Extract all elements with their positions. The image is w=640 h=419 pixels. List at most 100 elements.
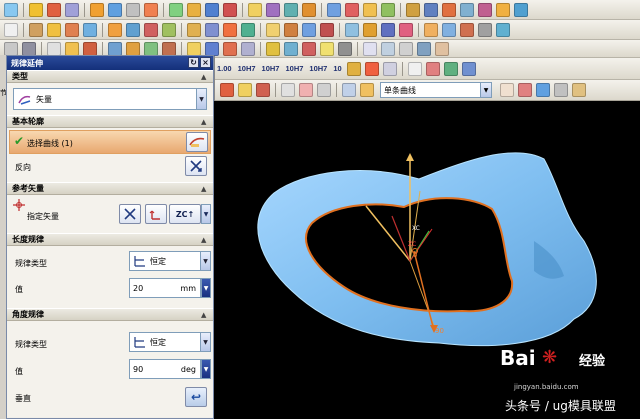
graphics-viewport[interactable]: XC ZC 0 90 (214, 101, 640, 419)
toolbar-icon[interactable] (302, 22, 316, 37)
vertical-button[interactable]: ↩ (185, 387, 207, 407)
toolbar-icon[interactable] (266, 2, 280, 17)
type-combo[interactable]: 矢量 ▼ (13, 88, 207, 110)
toolbar-icon[interactable] (460, 2, 474, 17)
toolbar-icon[interactable] (223, 22, 237, 37)
toolbar-icon[interactable] (47, 22, 61, 37)
toolbar-icon[interactable] (320, 41, 334, 56)
toolbar-icon[interactable] (399, 22, 413, 37)
gdt-label-3[interactable]: 10H7 (262, 64, 280, 73)
chevron-down-icon[interactable]: ▼ (200, 333, 210, 351)
toolbar-icon[interactable] (345, 22, 359, 37)
toolbar-icon[interactable] (29, 22, 43, 37)
collapse-icon[interactable]: ▲ (201, 311, 209, 319)
toolbar-icon[interactable] (302, 2, 316, 17)
toolbar-icon[interactable] (29, 2, 43, 17)
toolbar-icon[interactable] (126, 2, 140, 17)
section-base-profile-header[interactable]: 基本轮廓 ▲ (7, 115, 213, 128)
toolbar-icon[interactable] (144, 22, 158, 37)
toolbar-icon[interactable] (381, 41, 395, 56)
curve-select-button[interactable] (186, 132, 208, 152)
toolbar-icon[interactable] (284, 2, 298, 17)
toolbar-icon[interactable] (320, 22, 334, 37)
toolbar-icon[interactable] (442, 22, 456, 37)
toolbar-icon[interactable] (4, 2, 18, 17)
toolbar-icon[interactable] (363, 41, 377, 56)
gdt-label-1[interactable]: 1.00 (217, 64, 232, 73)
collapse-icon[interactable]: ▲ (201, 185, 209, 193)
toolbar-icon[interactable] (342, 83, 356, 97)
toolbar-icon[interactable] (407, 61, 422, 76)
toolbar-icon[interactable] (554, 83, 568, 97)
toolbar-icon[interactable] (205, 41, 219, 56)
toolbar-icon[interactable] (360, 83, 374, 97)
toolbar-icon[interactable] (266, 41, 280, 56)
section-length-law-header[interactable]: 长度规律 ▲ (7, 233, 213, 246)
toolbar-icon[interactable] (425, 61, 440, 76)
toolbar-icon[interactable] (478, 22, 492, 37)
angle-value-spin[interactable]: ▼ (201, 359, 211, 379)
toolbar-icon[interactable] (187, 41, 201, 56)
toolbar-icon[interactable] (338, 41, 352, 56)
toolbar-icon[interactable] (406, 2, 420, 17)
toolbar-icon[interactable] (514, 2, 528, 17)
toolbar-icon[interactable] (346, 61, 361, 76)
toolbar-icon[interactable] (205, 22, 219, 37)
toolbar-icon[interactable] (284, 22, 298, 37)
toolbar-icon[interactable] (108, 2, 122, 17)
toolbar-icon[interactable] (241, 41, 255, 56)
gdt-label-2[interactable]: 10H7 (238, 64, 256, 73)
section-angle-law-header[interactable]: 角度规律 ▲ (7, 308, 213, 321)
toolbar-icon[interactable] (424, 2, 438, 17)
toolbar-icon[interactable] (363, 22, 377, 37)
gdt-label-5[interactable]: 10H7 (309, 64, 327, 73)
dialog-title-bar[interactable]: 规律延伸 ↻ × (7, 56, 213, 70)
toolbar-icon[interactable] (327, 2, 341, 17)
toolbar-icon[interactable] (442, 2, 456, 17)
toolbar-icon[interactable] (496, 22, 510, 37)
toolbar-icon[interactable] (382, 61, 397, 76)
toolbar-icon[interactable] (241, 22, 255, 37)
length-law-type-combo[interactable]: 恒定 ▼ (129, 251, 211, 271)
chevron-down-icon[interactable]: ▼ (196, 89, 206, 109)
toolbar-icon[interactable] (22, 41, 36, 56)
toolbar-icon[interactable] (169, 2, 183, 17)
section-type-header[interactable]: 类型 ▲ (7, 70, 213, 83)
toolbar-icon[interactable] (500, 83, 514, 97)
toolbar-icon[interactable] (126, 41, 140, 56)
toolbar-icon[interactable] (187, 22, 201, 37)
section-ref-vector-header[interactable]: 参考矢量 ▲ (7, 182, 213, 195)
toolbar-icon[interactable] (126, 22, 140, 37)
gdt-label-4[interactable]: 10H7 (285, 64, 303, 73)
select-curve-row[interactable]: ✔ 选择曲线 (1) (9, 130, 211, 154)
toolbar-icon[interactable] (162, 41, 176, 56)
gdt-label-6[interactable]: 10 (333, 64, 341, 73)
toolbar-icon[interactable] (205, 2, 219, 17)
toolbar-icon[interactable] (417, 41, 431, 56)
toolbar-icon[interactable] (238, 83, 252, 97)
toolbar-icon[interactable] (220, 83, 234, 97)
toolbar-icon[interactable] (536, 83, 550, 97)
chevron-down-icon[interactable]: ▼ (201, 204, 211, 224)
toolbar-icon[interactable] (187, 2, 201, 17)
toolbar-icon[interactable] (144, 2, 158, 17)
toolbar-icon[interactable] (65, 2, 79, 17)
toolbar-icon[interactable] (4, 41, 18, 56)
toolbar-icon[interactable] (461, 61, 476, 76)
toolbar-icon[interactable] (435, 41, 449, 56)
toolbar-icon[interactable] (460, 22, 474, 37)
toolbar-icon[interactable] (108, 22, 122, 37)
angle-law-type-combo[interactable]: 恒定 ▼ (129, 332, 211, 352)
toolbar-icon[interactable] (572, 83, 586, 97)
chevron-down-icon[interactable]: ▼ (480, 83, 491, 97)
toolbar-icon[interactable] (248, 2, 262, 17)
toolbar-icon[interactable] (162, 22, 176, 37)
collapse-icon[interactable]: ▲ (201, 73, 209, 81)
vector-constructor-button[interactable] (145, 204, 167, 224)
length-value-input[interactable]: 20 mm (129, 278, 201, 298)
toolbar-icon[interactable] (223, 41, 237, 56)
toolbar-icon[interactable] (144, 41, 158, 56)
toolbar-icon[interactable] (381, 2, 395, 17)
length-value-spin[interactable]: ▼ (201, 278, 211, 298)
toolbar-icon[interactable] (381, 22, 395, 37)
